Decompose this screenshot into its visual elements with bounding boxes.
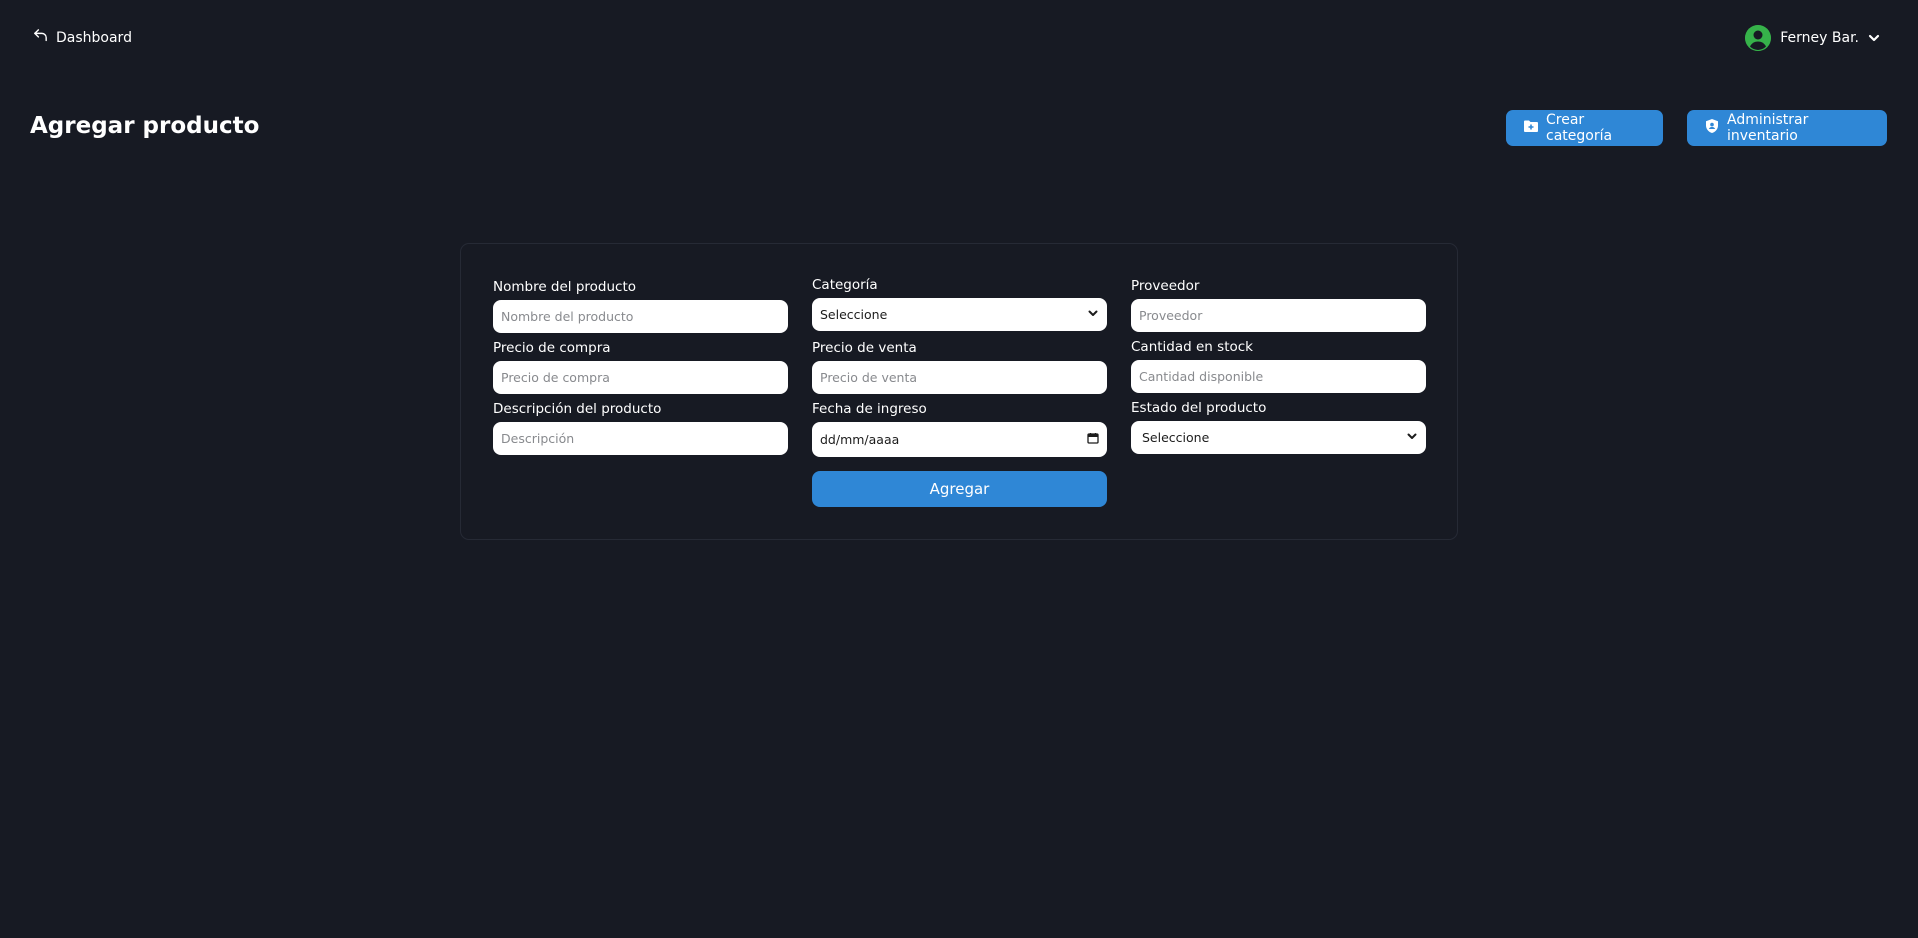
description-placeholder: Descripción (501, 431, 575, 446)
top-bar: Dashboard Ferney Bar. (0, 0, 1918, 76)
purchase-price-field: Precio de compra Precio de compra (493, 340, 788, 394)
entry-date-field: Fecha de ingreso dd/mm/aaaa (812, 401, 1107, 457)
add-product-button-label: Agregar (929, 480, 990, 498)
sale-price-label: Precio de venta (812, 340, 917, 356)
shield-user-icon (1704, 118, 1720, 138)
category-select[interactable]: Seleccione (812, 298, 1107, 331)
calendar-icon[interactable] (1087, 432, 1099, 447)
user-avatar-icon (1745, 25, 1772, 51)
back-arrow-icon (32, 27, 49, 48)
add-product-button[interactable]: Agregar (812, 471, 1107, 507)
purchase-price-input[interactable]: Precio de compra (493, 361, 788, 394)
category-field: Categoría Seleccione (812, 277, 1107, 331)
description-label: Descripción del producto (493, 401, 662, 417)
purchase-price-label: Precio de compra (493, 340, 611, 356)
supplier-placeholder: Proveedor (1139, 308, 1203, 323)
create-category-label: Crear categoría (1546, 112, 1613, 144)
entry-date-input[interactable]: dd/mm/aaaa (812, 422, 1107, 457)
status-select[interactable]: Seleccione (1131, 421, 1426, 454)
page-title: Agregar producto (30, 113, 260, 139)
back-link-label: Dashboard (56, 29, 132, 46)
description-field: Descripción del producto Descripción (493, 401, 788, 455)
sale-price-field: Precio de venta Precio de venta (812, 340, 1107, 394)
product-name-placeholder: Nombre del producto (501, 309, 634, 324)
chevron-down-icon (1868, 32, 1880, 44)
entry-date-label: Fecha de ingreso (812, 401, 927, 417)
sale-price-placeholder: Precio de venta (820, 370, 918, 385)
category-label: Categoría (812, 277, 878, 293)
status-field: Estado del producto Seleccione (1131, 400, 1426, 454)
category-select-value: Seleccione (820, 307, 888, 322)
stock-quantity-field: Cantidad en stock Cantidad disponible (1131, 339, 1426, 393)
chevron-down-icon (1406, 430, 1418, 445)
stock-quantity-label: Cantidad en stock (1131, 339, 1253, 355)
manage-inventory-button[interactable]: Administrar inventario (1687, 110, 1887, 146)
product-name-input[interactable]: Nombre del producto (493, 300, 788, 333)
supplier-label: Proveedor (1131, 278, 1200, 294)
status-label: Estado del producto (1131, 400, 1267, 416)
status-select-value: Seleccione (1142, 430, 1210, 445)
product-name-field: Nombre del producto Nombre del producto (493, 279, 788, 333)
user-menu[interactable]: Ferney Bar. (1745, 25, 1880, 51)
create-category-button[interactable]: Crear categoría (1506, 110, 1663, 146)
stock-quantity-placeholder: Cantidad disponible (1139, 369, 1264, 384)
supplier-input[interactable]: Proveedor (1131, 299, 1426, 332)
description-input[interactable]: Descripción (493, 422, 788, 455)
user-name: Ferney Bar. (1780, 30, 1859, 46)
manage-inventory-label: Administrar inventario (1727, 112, 1809, 144)
purchase-price-placeholder: Precio de compra (501, 370, 610, 385)
stock-quantity-input[interactable]: Cantidad disponible (1131, 360, 1426, 393)
sale-price-input[interactable]: Precio de venta (812, 361, 1107, 394)
back-to-dashboard-link[interactable]: Dashboard (32, 27, 132, 48)
folder-plus-icon (1523, 118, 1539, 138)
add-product-form: Nombre del producto Nombre del producto … (460, 243, 1458, 540)
chevron-down-icon (1087, 307, 1099, 322)
entry-date-value: dd/mm/aaaa (820, 432, 900, 447)
supplier-field: Proveedor Proveedor (1131, 278, 1426, 332)
product-name-label: Nombre del producto (493, 279, 637, 295)
